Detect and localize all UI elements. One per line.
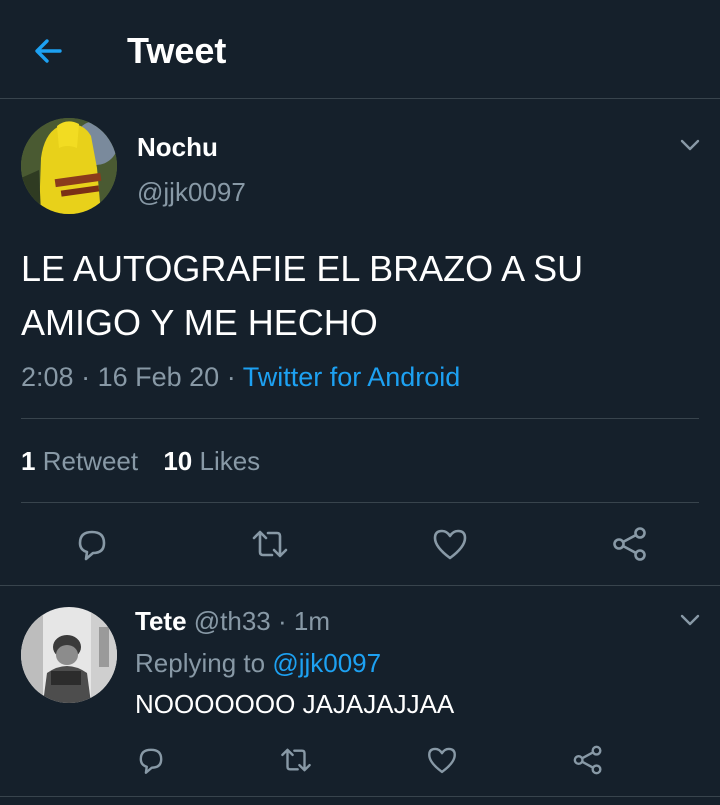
replying-prefix: Replying to [135,648,266,678]
reply-icon [139,748,163,774]
tweet-date: 16 Feb 20 [97,362,220,392]
tweet-stats: 1 Retweet 10 Likes [21,446,278,477]
divider [0,796,720,797]
reply-tweet[interactable]: Tete @th33 · 1m Replying to @jjk0097 NOO… [0,586,720,805]
retweet-count: 1 [21,446,36,476]
reply-author-handle[interactable]: @th33 [194,606,271,636]
retweet-icon [252,530,288,558]
reply-age: 1m [293,606,331,636]
divider [21,502,699,503]
header-bar: Tweet [0,0,720,99]
reply-text: NOOOOOOO JAJAJAJJAA [135,689,455,719]
author-avatar[interactable] [21,118,117,214]
replying-handle-link[interactable]: @jjk0097 [272,648,381,678]
meta-separator: · [278,606,294,636]
tweet-text-line: LE AUTOGRAFIE EL BRAZO A SU [21,248,584,289]
tweet-text: LE AUTOGRAFIE EL BRAZO A SU AMIGO Y ME H… [21,242,681,350]
retweet-button[interactable] [250,524,290,564]
share-icon [573,745,602,775]
retweet-label: Retweet [42,446,139,476]
reply-author-name[interactable]: Tete [135,606,187,636]
chevron-down-icon [680,139,700,151]
author-handle[interactable]: @jjk0097 [137,177,246,208]
tweet-source-link[interactable]: Twitter for Android [243,362,461,392]
meta-separator: · [81,362,98,392]
tweet-time: 2:08 [21,362,74,392]
back-button[interactable] [30,33,66,69]
tweet-options-button[interactable] [678,133,702,157]
reply-icon [78,530,106,561]
like-icon [428,747,456,774]
reply-author-avatar[interactable] [21,607,117,703]
share-button[interactable] [610,524,650,564]
like-button[interactable] [430,524,470,564]
retweet-icon [281,748,311,772]
reply-retweet-button[interactable] [279,743,313,777]
like-label: Likes [199,446,261,476]
retweet-stat[interactable]: 1 Retweet [21,446,138,476]
reply-button[interactable] [72,524,112,564]
reply-header: Tete @th33 · 1m [135,606,330,637]
like-count: 10 [163,446,193,476]
replying-to: Replying to @jjk0097 [135,648,381,679]
divider [21,418,699,419]
reply-options-button[interactable] [678,608,702,632]
chevron-down-icon [680,614,700,626]
main-tweet: Nochu @jjk0097 LE AUTOGRAFIE EL BRAZO A … [0,99,720,586]
reply-reply-button[interactable] [134,743,168,777]
share-icon [613,527,646,561]
tweet-text-line: AMIGO Y ME HECHO [21,302,378,343]
like-icon [433,529,467,560]
like-stat[interactable]: 10 Likes [163,446,260,476]
page-title: Tweet [127,30,227,71]
reply-like-button[interactable] [425,743,459,777]
author-name[interactable]: Nochu [137,132,218,163]
meta-separator: · [226,362,243,392]
reply-share-button[interactable] [571,743,605,777]
arrow-left-icon [35,39,62,63]
tweet-meta: 2:08 · 16 Feb 20 · Twitter for Android [21,362,460,393]
